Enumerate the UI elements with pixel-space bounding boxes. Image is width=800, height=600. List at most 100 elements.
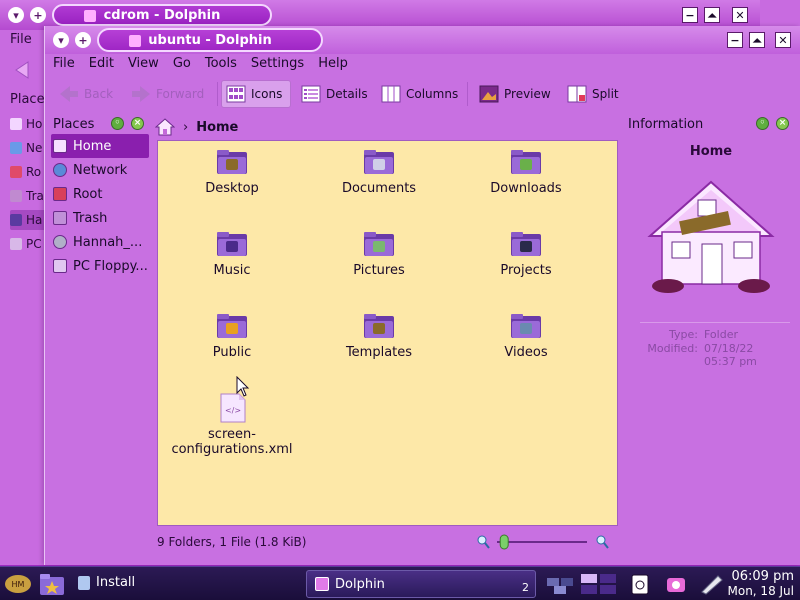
home-breadcrumb-icon[interactable] — [155, 118, 175, 136]
places-item-root[interactable]: Root — [51, 182, 149, 206]
menu-tools[interactable]: Tools — [205, 56, 237, 76]
panel-float-icon[interactable]: ◦ — [111, 117, 124, 130]
minimize-button[interactable]: − — [682, 7, 698, 23]
zoom-out-icon[interactable] — [477, 535, 490, 549]
toolbar-separator — [467, 82, 468, 106]
svg-text:HM: HM — [12, 580, 25, 589]
maximize-button[interactable]: ⏶ — [749, 32, 765, 48]
menu-help[interactable]: Help — [318, 56, 348, 76]
file-view[interactable]: Desktop Documents Downloads Music Pictures Pr… — [157, 140, 618, 526]
zoom-in-icon[interactable] — [596, 535, 609, 549]
file-name: Documents — [341, 181, 417, 196]
background-menu-file[interactable]: File — [10, 32, 32, 47]
menu-settings[interactable]: Settings — [251, 56, 304, 76]
places-item-label: Hannah_... — [73, 234, 143, 250]
back-arrow-icon[interactable] — [14, 60, 36, 80]
menu-file[interactable]: File — [53, 56, 75, 76]
file-item[interactable]: Downloads — [456, 147, 596, 196]
start-menu-icon[interactable]: HM — [4, 572, 32, 596]
view-details-button[interactable]: Details — [297, 80, 372, 108]
file-name: Videos — [504, 345, 548, 360]
menu-edit[interactable]: Edit — [89, 56, 114, 76]
file-name: Desktop — [205, 181, 259, 196]
maximize-button[interactable]: ⏶ — [704, 7, 720, 23]
panel-close-icon[interactable]: × — [131, 117, 144, 130]
places-item-hannah[interactable]: Hannah_... — [51, 230, 149, 254]
file-name: Downloads — [490, 181, 562, 196]
panel-close-icon[interactable]: × — [776, 117, 789, 130]
close-button[interactable]: ✕ — [775, 32, 791, 48]
view-columns-button[interactable]: Columns — [377, 80, 462, 108]
file-item[interactable]: Public — [162, 311, 302, 360]
window-menu-button[interactable]: ▾ — [8, 7, 24, 23]
zoom-slider[interactable] — [475, 534, 615, 550]
window-menu-button[interactable]: ▾ — [53, 32, 69, 48]
zoom-handle[interactable] — [499, 534, 509, 550]
forward-button[interactable]: Forward — [127, 80, 208, 108]
background-window-title[interactable]: cdrom - Dolphin — [52, 4, 272, 26]
file-item[interactable]: Templates — [309, 311, 449, 360]
svg-text:</>: </> — [225, 406, 241, 415]
file-item[interactable]: Documents — [309, 147, 449, 196]
breadcrumb-arrow-icon: › — [183, 119, 189, 135]
info-modified-value: 07/18/22 — [704, 342, 754, 355]
file-item[interactable]: Projects — [456, 229, 596, 278]
taskbar-dolphin-button[interactable]: Dolphin 2 — [306, 570, 536, 598]
places-item-pc-floppy[interactable]: PC Floppy... — [51, 254, 149, 278]
file-item[interactable]: Music — [162, 229, 302, 278]
info-modified-time: 05:37 pm — [704, 355, 757, 368]
background-sidebar-label: Ho — [26, 117, 43, 131]
window-title[interactable]: ubuntu - Dolphin — [97, 28, 323, 52]
split-button[interactable]: Split — [563, 80, 623, 108]
sticky-button[interactable]: + — [30, 7, 46, 23]
window-titlebar[interactable]: ▾ + ubuntu - Dolphin − ⏶ ✕ — [45, 26, 800, 54]
file-item[interactable]: Pictures — [309, 229, 449, 278]
music-folder-icon — [217, 232, 247, 256]
documents-folder-icon — [364, 150, 394, 174]
pictures-folder-icon — [364, 232, 394, 256]
dolphin-window-icon — [129, 35, 141, 47]
cdrom-icon — [53, 235, 67, 249]
places-item-trash[interactable]: Trash — [51, 206, 149, 230]
places-item-home[interactable]: Home — [51, 134, 149, 158]
minimize-button[interactable]: − — [727, 32, 743, 48]
dolphin-window-icon — [84, 10, 96, 22]
install-launcher[interactable]: Install — [78, 575, 135, 590]
install-icon — [78, 575, 90, 590]
preview-button[interactable]: Preview — [475, 80, 555, 108]
breadcrumb-home[interactable]: Home — [196, 120, 238, 135]
info-separator — [640, 322, 790, 323]
preview-label: Preview — [504, 87, 551, 101]
sticky-button[interactable]: + — [75, 32, 91, 48]
network-manager-icon[interactable] — [700, 572, 724, 596]
file-item[interactable]: Desktop — [162, 147, 302, 196]
desktop-switcher-icon[interactable] — [580, 572, 618, 596]
file-item[interactable]: Videos — [456, 311, 596, 360]
file-item[interactable]: </> screen- configurations.xml — [162, 393, 302, 457]
clipboard-icon[interactable] — [628, 572, 652, 596]
clock[interactable]: 06:09 pm Mon, 18 Jul — [728, 569, 795, 599]
status-bar: 9 Folders, 1 File (1.8 KiB) — [157, 532, 797, 552]
pager-icon[interactable] — [546, 572, 576, 596]
close-button[interactable]: ✕ — [732, 7, 748, 23]
file-name: Pictures — [353, 263, 405, 278]
videos-folder-icon — [511, 314, 541, 338]
device-notifier-icon[interactable] — [664, 572, 688, 596]
menu-go[interactable]: Go — [173, 56, 191, 76]
details-view-icon — [301, 85, 321, 103]
downloads-folder-icon — [511, 150, 541, 174]
menu-view[interactable]: View — [128, 56, 159, 76]
file-name: Templates — [345, 345, 413, 360]
panel-float-icon[interactable]: ◦ — [756, 117, 769, 130]
places-item-network[interactable]: Network — [51, 158, 149, 182]
file-manager-launcher-icon[interactable] — [38, 571, 66, 597]
dolphin-task-icon — [315, 577, 329, 591]
back-button[interactable]: Back — [55, 80, 117, 108]
background-sidebar-label: Ne — [26, 141, 43, 155]
info-type-value: Folder — [704, 328, 738, 341]
view-icons-button[interactable]: Icons — [221, 80, 291, 108]
split-label: Split — [592, 87, 619, 101]
templates-folder-icon — [364, 314, 394, 338]
place-icon — [10, 190, 22, 202]
network-icon — [53, 163, 67, 177]
